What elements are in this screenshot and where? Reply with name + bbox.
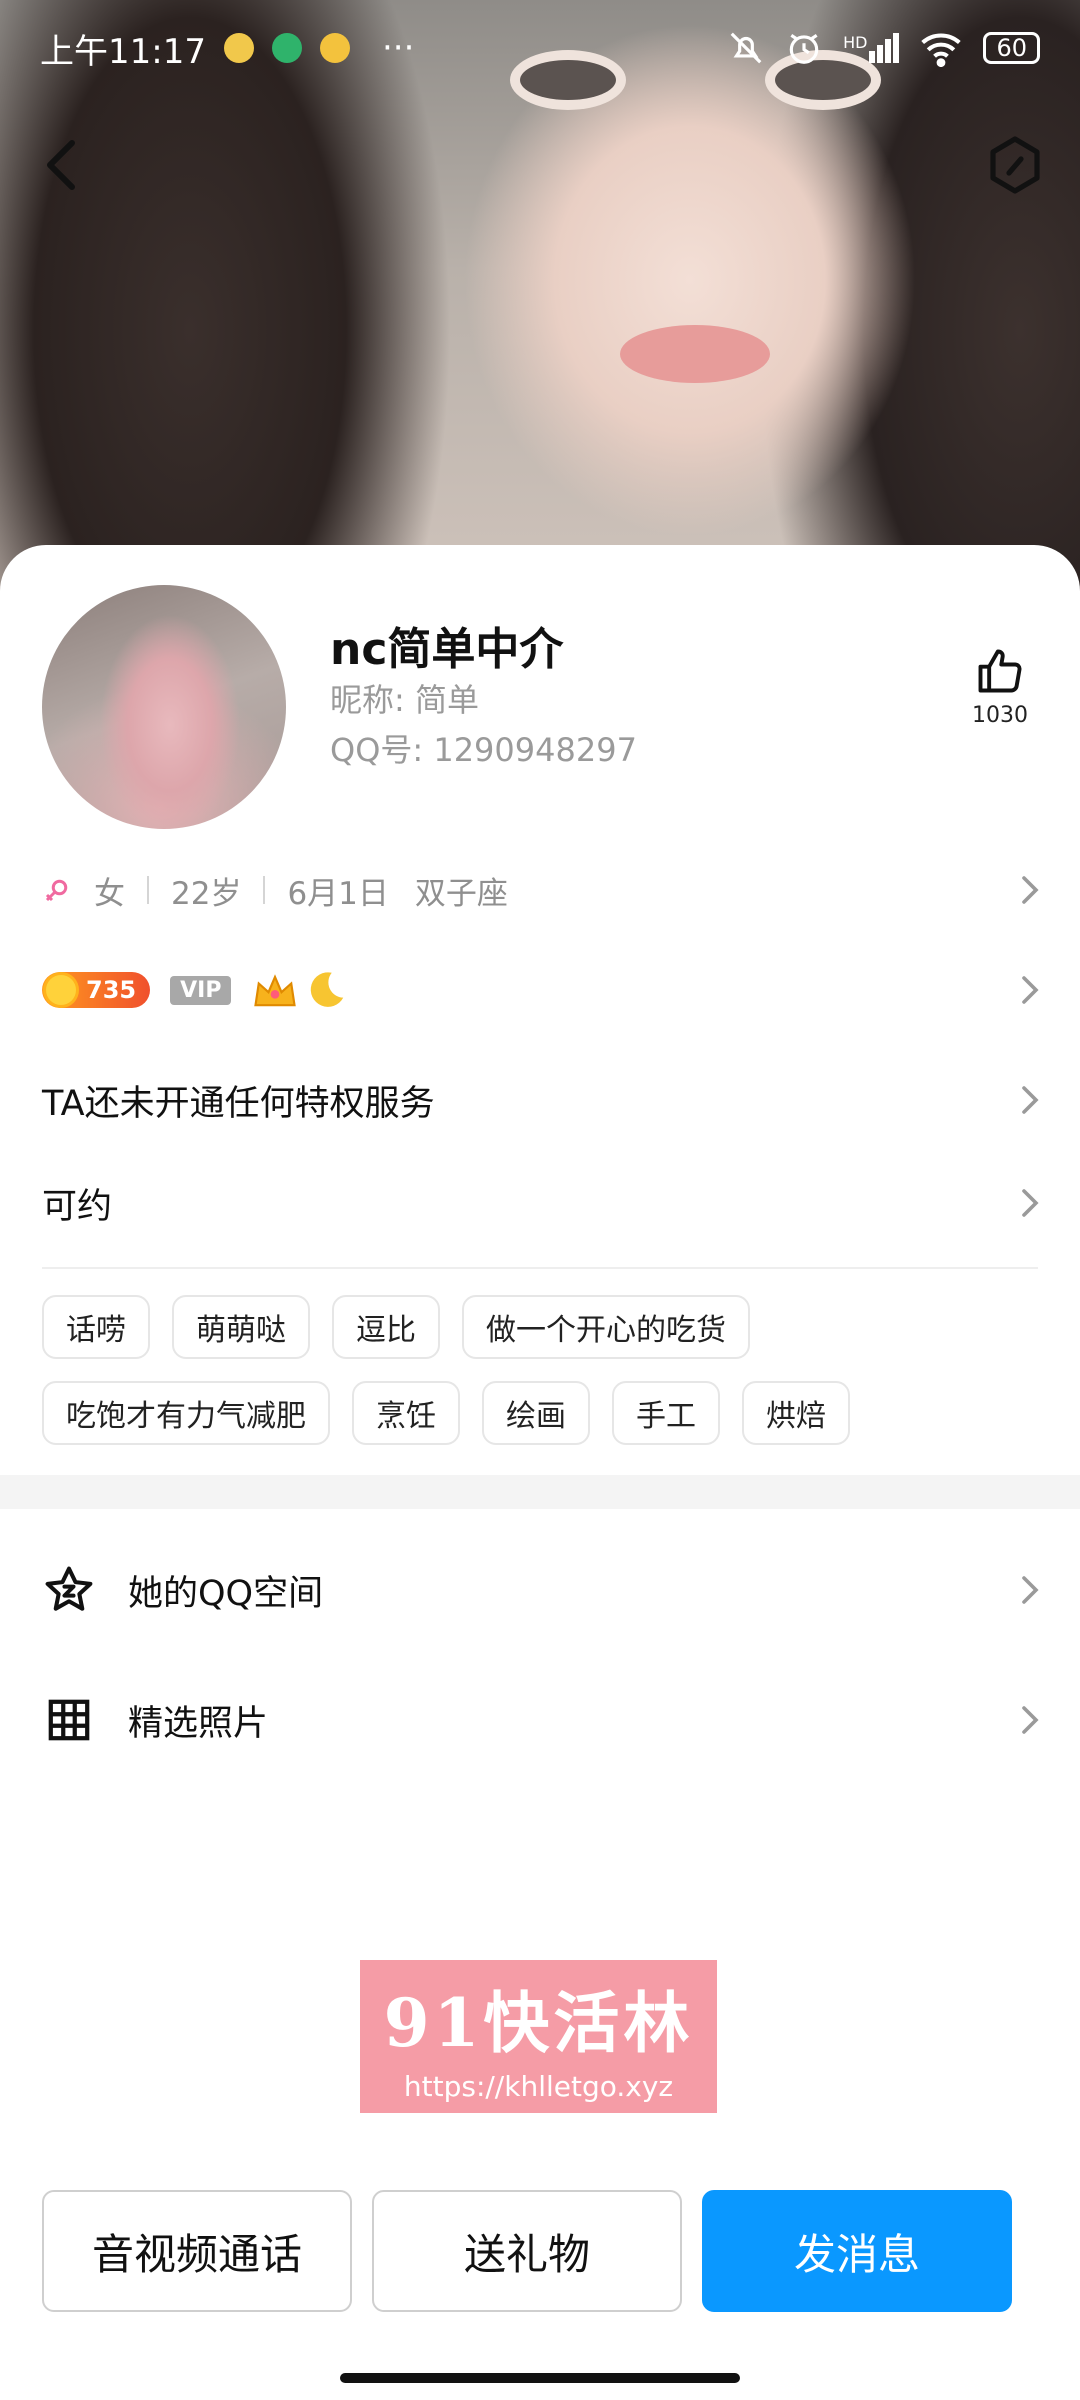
- tag-chip[interactable]: 萌萌哒: [172, 1295, 310, 1359]
- tag-chip[interactable]: 话唠: [42, 1295, 150, 1359]
- watermark-title: 91快活林: [383, 1984, 694, 2062]
- section-gap: [0, 1475, 1080, 1509]
- chevron-right-icon: [1018, 970, 1042, 1010]
- chevron-right-icon: [1018, 1570, 1042, 1610]
- vip-badge: VIP: [170, 975, 232, 1005]
- availability-row[interactable]: 可约: [42, 1173, 1042, 1233]
- chevron-right-icon: [1018, 1183, 1042, 1223]
- chevron-left-icon: [47, 140, 75, 190]
- status-more: ···: [381, 28, 415, 68]
- profile-nickname: 昵称: 简单: [330, 681, 479, 719]
- chevron-right-icon: [1018, 870, 1042, 910]
- sun-icon: [46, 975, 76, 1005]
- section-divider: [42, 1267, 1038, 1269]
- battery-icon: 60: [983, 32, 1040, 64]
- hexagon-icon: [990, 136, 1040, 194]
- divider: [263, 876, 266, 904]
- featured-photos-row[interactable]: 精选照片: [42, 1680, 1042, 1760]
- back-button[interactable]: [30, 125, 90, 205]
- badges-row[interactable]: 735 VIP: [42, 965, 1042, 1015]
- divider: [147, 876, 149, 904]
- tag-chip[interactable]: 烹饪: [352, 1381, 460, 1445]
- app-notification-icon: [271, 33, 302, 63]
- send-message-button[interactable]: 发消息: [702, 2190, 1012, 2312]
- tag-chip[interactable]: 绘画: [482, 1381, 590, 1445]
- gender-label: 女: [94, 875, 125, 912]
- network-type: HD: [843, 33, 868, 52]
- like-count: 1030: [972, 703, 1028, 728]
- app-notification-icon: [319, 33, 350, 63]
- home-indicator[interactable]: [340, 2373, 740, 2383]
- female-icon: [45, 879, 68, 902]
- bottom-action-bar: 音视频通话 送礼物 发消息: [42, 2190, 1042, 2312]
- watermark-url: https://khlletgo.xyz: [403, 2070, 674, 2103]
- availability-label: 可约: [42, 1186, 113, 1227]
- basic-info-row[interactable]: 女 22岁 6月1日 双子座: [42, 865, 1042, 915]
- crown-icon: [254, 974, 297, 1007]
- cover-lips: [620, 325, 770, 383]
- profile-card: nc简单中介 昵称: 简单 QQ号: 1290948297 1030 女 22岁…: [0, 545, 1080, 2400]
- privilege-label: TA还未开通任何特权服务: [42, 1083, 435, 1124]
- tag-chip[interactable]: 吃饱才有力气减肥: [42, 1381, 330, 1445]
- app-notification-icon: [223, 33, 254, 63]
- tag-chip[interactable]: 逗比: [332, 1295, 440, 1359]
- status-bar: 上午11:17 ··· HD 60: [0, 0, 1080, 96]
- wifi-icon: [921, 33, 962, 67]
- hexagon-action-button[interactable]: [980, 130, 1050, 200]
- tag-chip[interactable]: 手工: [612, 1381, 720, 1445]
- privilege-row[interactable]: TA还未开通任何特权服务: [42, 1070, 1042, 1130]
- featured-photos-label: 精选照片: [128, 1703, 269, 1744]
- grid-icon: [42, 1693, 96, 1747]
- birthday-label: 6月1日: [287, 875, 389, 912]
- tag-chip[interactable]: 做一个开心的吃货: [462, 1295, 750, 1359]
- zodiac-label: 双子座: [414, 875, 508, 912]
- level-badge: 735: [42, 972, 151, 1008]
- moon-icon: [311, 972, 344, 1007]
- qzone-label: 她的QQ空间: [128, 1573, 324, 1614]
- profile-name: nc简单中介: [330, 624, 564, 675]
- interest-tags: 话唠 萌萌哒 逗比 做一个开心的吃货 吃饱才有力气减肥 烹饪 绘画 手工 烘焙: [42, 1295, 1042, 1445]
- alarm-icon: [789, 34, 819, 64]
- video-call-button[interactable]: 音视频通话: [42, 2190, 352, 2312]
- profile-qq-number: QQ号: 1290948297: [330, 731, 637, 769]
- like-button[interactable]: 1030: [960, 645, 1040, 728]
- signal-icon: HD: [843, 33, 900, 63]
- watermark-banner: 91快活林 https://khlletgo.xyz: [360, 1960, 717, 2113]
- thumbs-up-icon: [978, 649, 1022, 693]
- qzone-star-icon: [42, 1563, 96, 1617]
- tag-chip[interactable]: 烘焙: [742, 1381, 850, 1445]
- status-time: 上午11:17: [40, 31, 206, 72]
- qzone-row[interactable]: 她的QQ空间: [42, 1550, 1042, 1630]
- bell-off-icon: [730, 32, 762, 64]
- send-gift-button[interactable]: 送礼物: [372, 2190, 682, 2312]
- level-value: 735: [86, 976, 137, 1004]
- chevron-right-icon: [1018, 1700, 1042, 1740]
- age-label: 22岁: [171, 875, 242, 912]
- chevron-right-icon: [1018, 1080, 1042, 1120]
- avatar[interactable]: [42, 585, 286, 829]
